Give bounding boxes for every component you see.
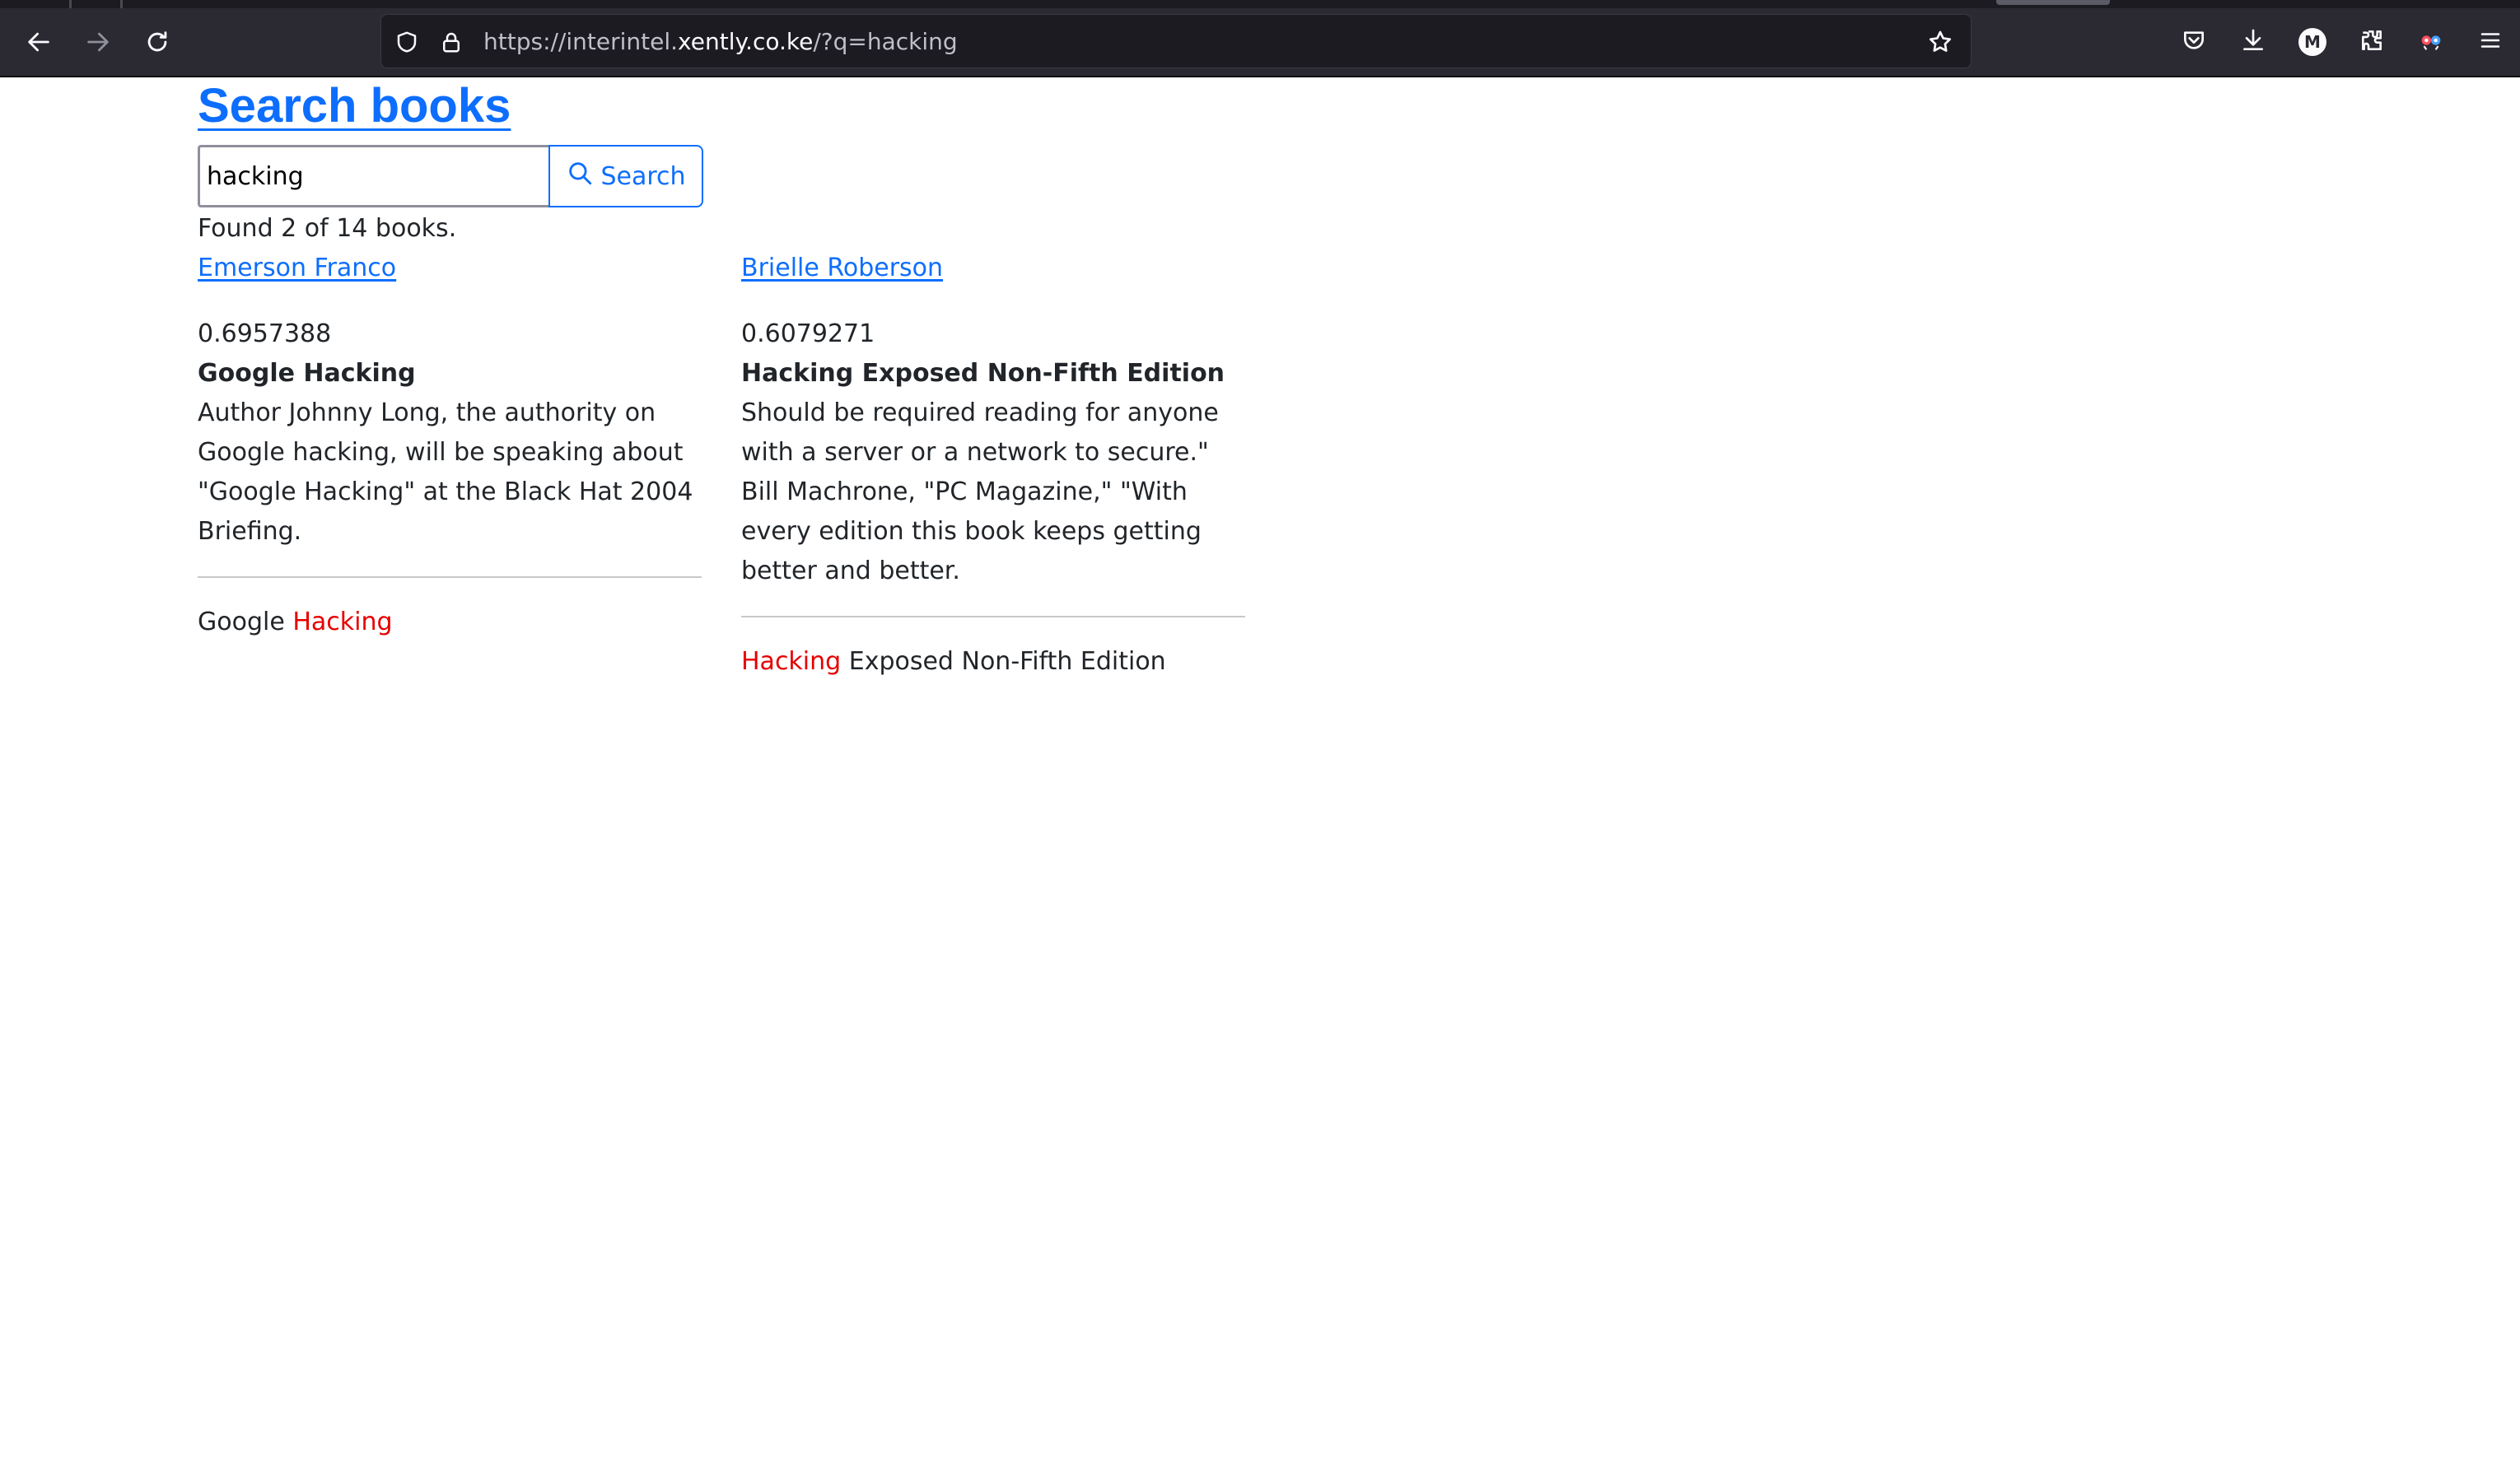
result-score: 0.6079271 [741,319,875,348]
forward-icon [84,28,112,56]
results-count: Found 2 of 14 books. [198,214,457,243]
search-icon [566,159,594,193]
result-card: Brielle Roberson 0.6079271 Hacking Expos… [741,249,1245,682]
snippet-text: Exposed Non-Fifth Edition [841,647,1166,676]
menu-button[interactable] [2472,24,2508,60]
extensions-button[interactable] [2354,24,2390,60]
snippet-text: Google [198,608,293,636]
account-button[interactable]: M [2294,24,2331,60]
highlight-snippet: Hacking Exposed Non-Fifth Edition [741,642,1245,682]
url-text[interactable]: https://interintel.xently.co.ke/?q=hacki… [483,27,958,57]
profile-icon: M [2298,28,2326,56]
reload-button[interactable] [137,21,178,63]
browser-toolbar: https://interintel.xently.co.ke/?q=hacki… [0,0,2520,77]
book-description: Author Johnny Long, the authority on Goo… [198,398,693,546]
tab-separator [69,0,72,8]
result-score: 0.6957388 [198,319,332,348]
result-card: Emerson Franco 0.6957388 Google Hacking … [198,249,702,682]
star-icon[interactable] [1926,28,1954,56]
url-host: xently.co.ke [678,28,814,55]
search-button[interactable]: Search [548,145,703,207]
shield-icon[interactable] [393,28,421,56]
divider [198,576,702,578]
download-icon [2240,27,2266,57]
back-icon [25,28,53,56]
extensions-icon [2359,27,2385,57]
pocket-icon [2181,27,2207,57]
tab-indicator[interactable] [1996,0,2110,5]
downloads-button[interactable] [2235,24,2271,60]
container-button[interactable] [2413,24,2449,60]
lock-icon[interactable] [437,28,465,56]
search-form: Search [198,145,703,207]
results-list: Emerson Franco 0.6957388 Google Hacking … [198,249,1245,682]
highlighted-term: Hacking [741,647,842,676]
forward-button[interactable] [77,21,119,63]
search-input[interactable] [198,145,548,207]
menu-icon [2478,28,2503,56]
book-description: Should be required reading for anyone wi… [741,398,1219,585]
container-icon [2417,26,2445,58]
highlight-snippet: Google Hacking [198,603,702,642]
pocket-button[interactable] [2176,24,2212,60]
highlighted-term: Hacking [292,608,393,636]
tab-separator [120,0,123,8]
search-button-label: Search [600,161,686,191]
book-title: Hacking Exposed Non-Fifth Edition [741,359,1225,388]
divider [741,616,1245,617]
author-link[interactable]: Emerson Franco [198,249,702,288]
page-content: Search books Search Found 2 of 14 books.… [0,77,2520,1472]
tab-strip [0,0,2520,8]
author-link[interactable]: Brielle Roberson [741,249,1245,288]
back-button[interactable] [18,21,59,63]
book-title: Google Hacking [198,359,416,388]
address-bar[interactable]: https://interintel.xently.co.ke/?q=hacki… [380,14,1972,68]
reload-icon [143,28,171,56]
url-suffix: /?q=hacking [813,28,958,55]
page-title-link[interactable]: Search books [198,77,511,135]
url-prefix: https://interintel. [483,28,679,55]
